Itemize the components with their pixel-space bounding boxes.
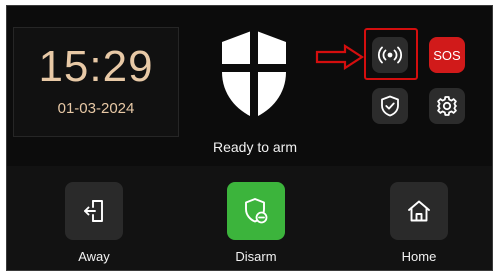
mode-disarm[interactable]: Disarm — [216, 182, 296, 264]
home-icon — [408, 200, 430, 222]
clock-widget: 15:29 01-03-2024 — [13, 27, 179, 137]
shield-check-icon — [381, 95, 399, 117]
alarm-panel: 15:29 01-03-2024 Ready to arm SOS Away D… — [6, 5, 493, 271]
arm-status-text: Ready to arm — [212, 139, 298, 155]
mode-away[interactable]: Away — [54, 182, 134, 264]
away-label: Away — [78, 249, 110, 264]
annotation-arrow — [315, 44, 365, 70]
status-area: 15:29 01-03-2024 Ready to arm SOS — [7, 6, 492, 166]
disarm-tile[interactable] — [227, 182, 285, 240]
mode-home[interactable]: Home — [379, 182, 459, 264]
settings-button[interactable] — [429, 88, 465, 124]
clock-time: 15:29 — [38, 42, 154, 91]
away-tile[interactable] — [65, 182, 123, 240]
mode-bar: Away Disarm Home — [7, 166, 492, 270]
shield-icon — [222, 30, 286, 118]
sos-label: SOS — [433, 47, 461, 63]
exit-door-icon — [84, 200, 103, 222]
sos-button[interactable]: SOS — [429, 37, 465, 73]
clock-date: 01-03-2024 — [57, 100, 135, 117]
shield-minus-icon — [245, 198, 268, 224]
broadcast-icon — [378, 46, 402, 64]
home-tile[interactable] — [390, 182, 448, 240]
broadcast-button[interactable] — [372, 37, 408, 73]
disarm-label: Disarm — [235, 249, 277, 264]
gear-icon — [437, 96, 457, 116]
home-label: Home — [401, 249, 437, 264]
shield-check-button[interactable] — [372, 88, 408, 124]
